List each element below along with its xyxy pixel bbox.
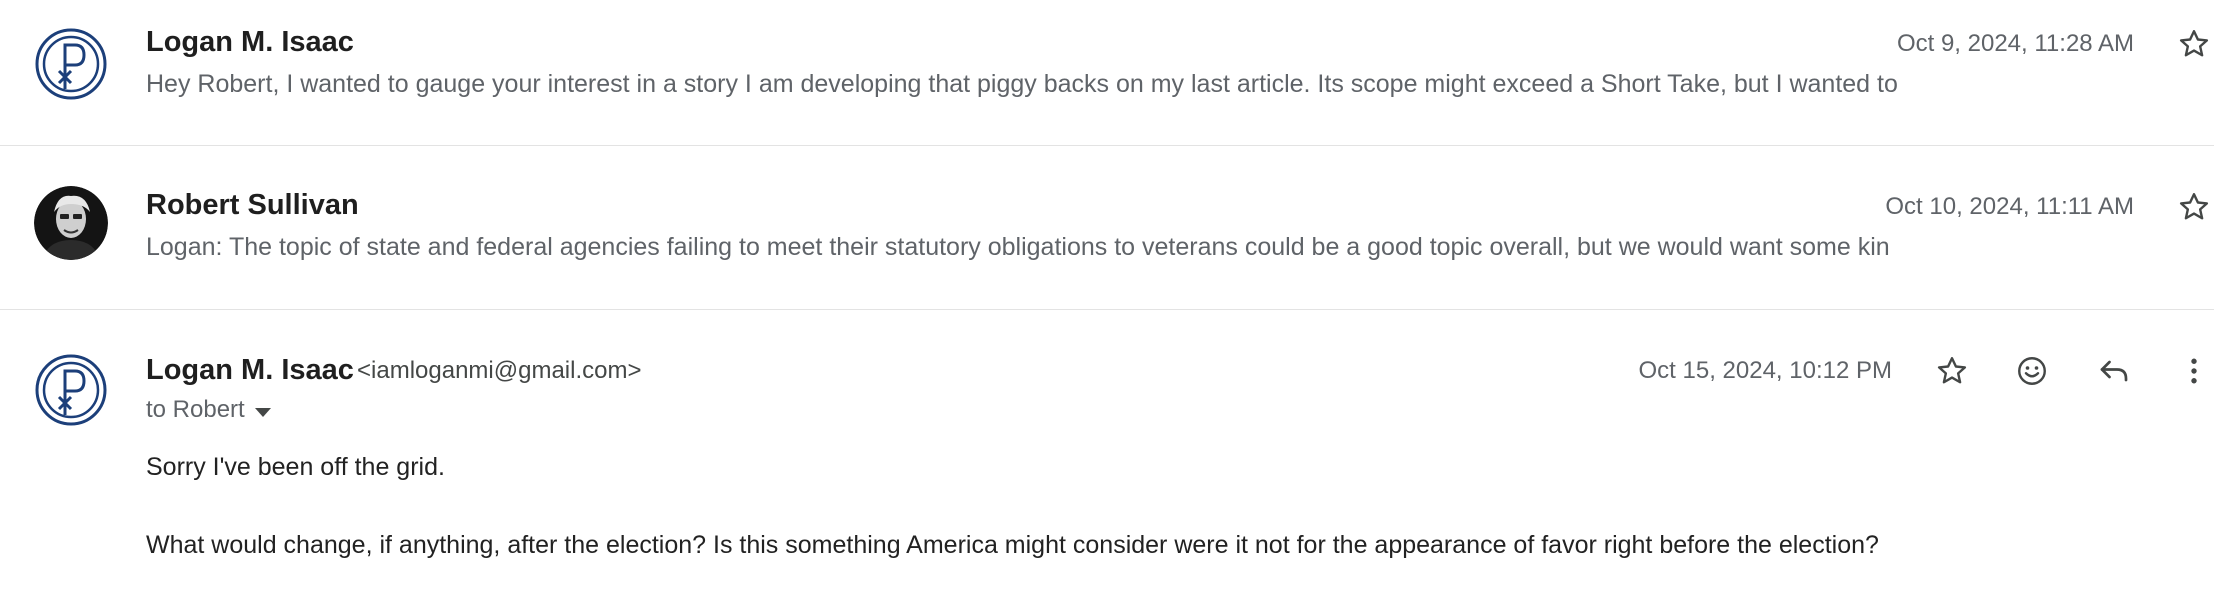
expanded-message: Logan M. Isaac <iamloganmi@gmail.com> to… — [0, 310, 2214, 592]
message-snippet: Hey Robert, I wanted to gauge your inter… — [146, 70, 1898, 98]
star-outline-icon — [2179, 30, 2209, 57]
reply-button[interactable] — [2090, 347, 2138, 395]
chi-rho-logo-icon — [35, 354, 107, 426]
sender-avatar — [34, 27, 108, 101]
add-reaction-icon — [2018, 357, 2046, 385]
more-options-button[interactable] — [2170, 347, 2214, 395]
sender-name: Robert Sullivan — [146, 189, 359, 221]
message-date: Oct 9, 2024, 11:28 AM — [1896, 30, 2134, 57]
star-button[interactable] — [1928, 347, 1976, 395]
sender-avatar — [34, 186, 108, 260]
collapsed-message[interactable]: Robert Sullivan Logan: The topic of stat… — [0, 146, 2214, 310]
reply-icon — [2100, 360, 2128, 382]
profile-photo — [34, 186, 108, 260]
message-snippet: Logan: The topic of state and federal ag… — [146, 233, 1890, 261]
message-date: Oct 10, 2024, 11:11 AM — [1885, 193, 2134, 220]
message-date: Oct 15, 2024, 10:12 PM — [1638, 357, 1893, 384]
star-outline-icon — [1937, 357, 1967, 384]
star-button[interactable] — [2170, 183, 2214, 231]
add-reaction-button[interactable] — [2008, 347, 2056, 395]
caret-down-icon — [254, 407, 271, 417]
recipients-dropdown[interactable]: to Robert — [146, 396, 271, 424]
collapsed-message[interactable]: Logan M. Isaac Hey Robert, I wanted to g… — [0, 0, 2214, 146]
more-vert-icon — [2191, 358, 2197, 384]
star-outline-icon — [2179, 193, 2209, 220]
message-body-line: What would change, if anything, after th… — [146, 531, 1879, 559]
email-thread: Logan M. Isaac Hey Robert, I wanted to g… — [0, 0, 2214, 592]
chi-rho-logo-icon — [35, 28, 107, 100]
sender-email: <iamloganmi@gmail.com> — [357, 357, 642, 384]
sender-avatar — [34, 353, 108, 427]
star-button[interactable] — [2170, 20, 2214, 68]
recipients-label: to Robert — [146, 396, 245, 423]
sender-name: Logan M. Isaac — [146, 26, 354, 58]
sender-name: Logan M. Isaac — [146, 354, 354, 386]
message-body-line: Sorry I've been off the grid. — [146, 453, 445, 481]
